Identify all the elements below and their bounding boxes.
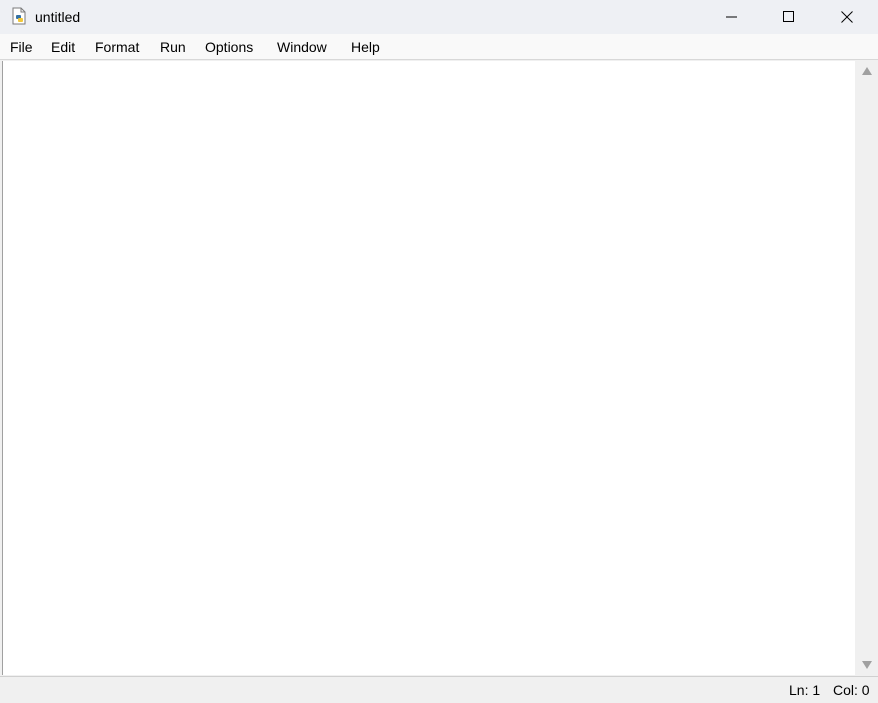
title-bar[interactable]: untitled	[0, 0, 878, 34]
maximize-icon	[783, 10, 794, 22]
status-bar: Ln: 1 Col: 0	[0, 676, 878, 703]
code-editor-area[interactable]	[2, 61, 855, 675]
scroll-down-arrow-icon[interactable]	[862, 661, 872, 669]
minimize-button[interactable]	[703, 0, 761, 33]
menu-window[interactable]: Window	[277, 39, 327, 55]
minimize-icon	[726, 16, 737, 17]
python-file-icon	[10, 7, 28, 25]
menu-help[interactable]: Help	[351, 39, 380, 55]
close-icon	[841, 10, 853, 23]
status-column-number: Col: 0	[833, 682, 870, 698]
scroll-up-arrow-icon[interactable]	[862, 67, 872, 75]
menu-file[interactable]: File	[10, 39, 33, 55]
idle-editor-window: untitled File Edit Format Run Options Wi…	[0, 0, 878, 703]
status-line-number: Ln: 1	[789, 682, 821, 698]
maximize-button[interactable]	[760, 0, 818, 33]
scroll-track[interactable]	[856, 81, 878, 655]
menu-edit[interactable]: Edit	[51, 39, 75, 55]
menu-run[interactable]: Run	[160, 39, 186, 55]
window-title: untitled	[35, 9, 81, 25]
menu-bar: File Edit Format Run Options Window Help	[0, 34, 878, 60]
vertical-scrollbar[interactable]	[856, 61, 878, 675]
menu-options[interactable]: Options	[205, 39, 253, 55]
close-button[interactable]	[818, 0, 876, 33]
menu-format[interactable]: Format	[95, 39, 139, 55]
